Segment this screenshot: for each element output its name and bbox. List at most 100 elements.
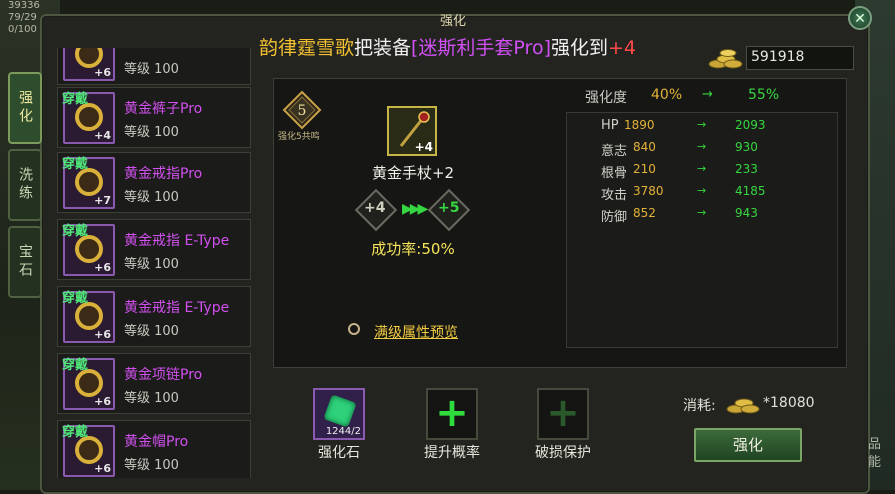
item-slot: +6 — [63, 48, 115, 81]
item-level: 等级 100 — [124, 458, 179, 473]
stat-row: 根骨 210 → 233 — [567, 159, 839, 181]
star-number: 5 — [298, 103, 307, 119]
equipment-list[interactable]: +6 等级 100 +4 穿戴 黄金裤子Pro 等级 100 +7 穿戴 黄金戒… — [57, 48, 253, 478]
necklace-icon — [75, 369, 103, 397]
stat-from: 210 — [633, 162, 656, 176]
list-item[interactable]: +7 穿戴 黄金戒指Pro 等级 100 — [57, 152, 251, 213]
announcement-action: 把装备 — [354, 37, 412, 59]
triple-arrow-icon: ▶▶▶ — [402, 201, 428, 217]
gold-coins-icon — [708, 49, 743, 69]
item-level: 等级 100 — [124, 391, 179, 406]
list-item[interactable]: +6 穿戴 黄金戒指 E-Type 等级 100 — [57, 286, 251, 347]
equipment-slot[interactable]: +4 — [387, 106, 437, 156]
plus-icon: + — [435, 390, 469, 436]
level-to: +5 — [438, 200, 460, 216]
helmet-icon — [75, 436, 103, 464]
enhance-button[interactable]: 强化 — [694, 428, 802, 462]
equipped-badge: 穿戴 — [62, 92, 89, 107]
item-level: 等级 100 — [124, 125, 179, 140]
arrow-right-icon: → — [702, 87, 713, 102]
level-from: +4 — [364, 200, 386, 216]
list-item[interactable]: +6 穿戴 黄金项链Pro 等级 100 — [57, 353, 251, 414]
enhance-degree-to: 55% — [748, 87, 780, 103]
equipped-badge: 穿戴 — [62, 157, 89, 172]
star-caption: 强化5共鸣 — [278, 132, 320, 142]
tab-enhance[interactable]: 强化 — [8, 72, 42, 144]
stat-name: HP — [601, 118, 619, 133]
stat-from: 852 — [633, 206, 656, 220]
stat-to: 930 — [735, 140, 758, 154]
gold-coins-icon — [726, 398, 760, 414]
item-name: 黄金戒指 E-Type — [124, 300, 230, 316]
stat-row: HP 1890 → 2093 — [567, 115, 839, 137]
announcement-item: [迷斯利手套Pro] — [411, 37, 551, 59]
equipped-badge: 穿戴 — [62, 425, 89, 440]
stat-to: 233 — [735, 162, 758, 176]
damage-protect-slot[interactable]: + — [537, 388, 589, 440]
stat-from: 840 — [633, 140, 656, 154]
stat-to: 4185 — [735, 184, 766, 198]
item-plus: +7 — [94, 194, 111, 207]
cost-label: 消耗: — [683, 398, 716, 414]
item-icon — [75, 48, 103, 68]
stone-count: 1244/2 — [325, 426, 361, 437]
close-button[interactable]: ✕ — [848, 6, 872, 30]
stat-from: 3780 — [633, 184, 664, 198]
item-name: 黄金帽Pro — [124, 434, 189, 450]
max-level-preview-link[interactable]: 满级属性预览 — [374, 322, 458, 342]
stat-row: 防御 852 → 943 — [567, 203, 839, 225]
equipped-badge: 穿戴 — [62, 358, 89, 373]
ring-icon — [75, 302, 103, 330]
item-plus: +6 — [94, 462, 111, 475]
arrow-right-icon: → — [697, 184, 707, 197]
item-plus: +6 — [94, 66, 111, 79]
stat-name: 防御 — [601, 210, 628, 225]
announcement-player: 韵律霆雪歌 — [258, 37, 354, 59]
item-plus: +6 — [94, 328, 111, 341]
gold-amount: 591918 — [746, 46, 854, 70]
list-item[interactable]: +6 穿戴 黄金戒指 E-Type 等级 100 — [57, 219, 251, 280]
item-name: 黄金戒指 E-Type — [124, 233, 230, 249]
item-level: 等级 100 — [124, 324, 179, 339]
list-item[interactable]: +4 穿戴 黄金裤子Pro 等级 100 — [57, 87, 251, 148]
arrow-right-icon: → — [697, 118, 707, 131]
right-edge-text: 品 能 — [868, 436, 881, 472]
arrow-right-icon: → — [697, 162, 707, 175]
stats-table: HP 1890 → 2093 意志 840 → 930 根骨 210 → 233… — [566, 112, 838, 348]
item-level: 等级 100 — [124, 257, 179, 272]
tab-refine[interactable]: 洗练 — [8, 149, 42, 221]
equipment-slot-level: +4 — [414, 140, 433, 154]
ring-icon — [75, 235, 103, 263]
equipment-name: 黄金手杖+2 — [371, 164, 455, 182]
announcement-result: 强化到 — [550, 37, 608, 59]
list-item[interactable]: +6 等级 100 — [57, 48, 251, 85]
enhance-stone-slot[interactable]: 1244/2 — [313, 388, 365, 440]
stat-row: 攻击 3780 → 4185 — [567, 181, 839, 203]
item-name: 黄金裤子Pro — [124, 101, 203, 117]
stat-name: 根骨 — [601, 166, 628, 181]
damage-protect-label: 破损保护 — [535, 445, 591, 461]
gem-icon — [323, 394, 357, 428]
hud-stat-2: 79/29 — [8, 12, 37, 23]
item-level: 等级 100 — [124, 62, 179, 77]
item-name: 黄金戒指Pro — [124, 166, 203, 182]
stat-name: 意志 — [601, 144, 628, 159]
tab-gem[interactable]: 宝石 — [8, 226, 42, 298]
increase-rate-slot[interactable]: + — [426, 388, 478, 440]
arrow-right-icon: → — [697, 206, 707, 219]
arrow-right-icon: → — [697, 140, 707, 153]
item-plus: +6 — [94, 395, 111, 408]
hud-stat-1: 39336 — [8, 0, 40, 11]
stat-name: 攻击 — [601, 188, 628, 203]
stat-to: 2093 — [735, 118, 766, 132]
enhance-degree-from: 40% — [651, 87, 683, 103]
right-edge-line: 品 — [868, 437, 882, 452]
star-badge-icon: 5 — [282, 90, 322, 130]
item-name: 黄金项链Pro — [124, 367, 203, 383]
equipped-badge: 穿戴 — [62, 224, 89, 239]
list-item[interactable]: +6 穿戴 黄金帽Pro 等级 100 — [57, 420, 251, 478]
magnifier-icon — [348, 323, 360, 335]
plus-icon: + — [546, 390, 580, 436]
success-rate: 成功率:50% — [371, 240, 455, 258]
announcement-level: +4 — [608, 37, 637, 59]
